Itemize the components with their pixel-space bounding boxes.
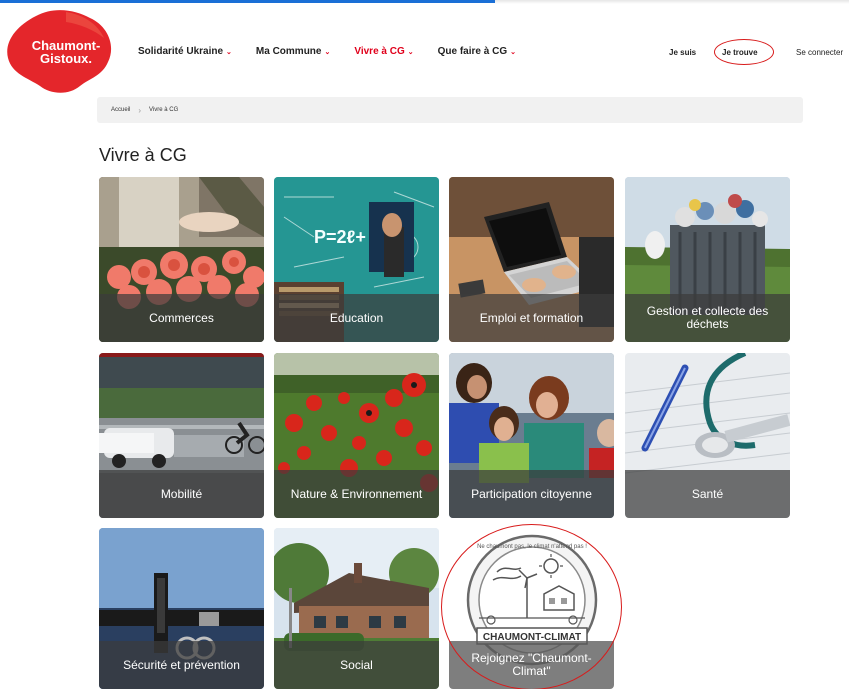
tile-label: Participation citoyenne <box>449 470 614 518</box>
nav-label: Que faire à CG <box>437 46 508 57</box>
tile-education[interactable]: P=2ℓ+ Education <box>274 177 439 342</box>
breadcrumb-current: Vivre à CG <box>149 107 179 113</box>
chevron-right-icon: › <box>138 105 142 115</box>
chevron-down-icon: ⌄ <box>407 48 414 56</box>
chevron-down-icon: ⌄ <box>510 48 516 56</box>
logo-text: Chaumont- Gistoux. <box>26 39 106 65</box>
nav-label: Ma Commune <box>255 46 322 57</box>
tile-sante[interactable]: Santé <box>625 353 790 518</box>
tile-label: Social <box>274 641 439 689</box>
nav-label: Solidarité Ukraine <box>138 46 224 57</box>
tile-nature-environnement[interactable]: Nature & Environnement <box>274 353 439 518</box>
tile-participation-citoyenne[interactable]: Participation citoyenne <box>449 353 614 518</box>
climate-arc-text: Ne chaumont pas, le climat n'attend pas … <box>477 544 587 550</box>
tile-label: Emploi et formation <box>449 294 614 342</box>
breadcrumb: Accueil › Vivre à CG <box>97 97 803 123</box>
loading-bar <box>0 0 495 3</box>
site-logo[interactable]: Chaumont- Gistoux. <box>6 8 114 94</box>
tile-label: Education <box>274 294 439 342</box>
svg-text:P=2ℓ+: P=2ℓ+ <box>314 227 366 247</box>
je-suis-link[interactable]: Je suis <box>669 48 696 57</box>
header-shadow <box>495 0 849 4</box>
tile-label: Rejoignez "Chaumont-Climat" <box>449 641 614 689</box>
chevron-down-icon: ⌄ <box>226 48 232 56</box>
tile-commerces[interactable]: Commerces <box>99 177 264 342</box>
annotation-circle-je-trouve <box>714 39 774 65</box>
nav-label: Vivre à CG <box>354 46 405 57</box>
tile-label: Gestion et collecte des déchets <box>625 294 790 342</box>
tile-chaumont-climat[interactable]: CHAUMONT-CLIMAT Ne chaumont pas, le clim… <box>449 528 614 689</box>
tile-label: Nature & Environnement <box>274 470 439 518</box>
tile-label: Santé <box>625 470 790 518</box>
main-nav: Solidarité Ukraine ⌄ Ma Commune ⌄ Vivre … <box>138 46 540 57</box>
tile-gestion-dechets[interactable]: Gestion et collecte des déchets <box>625 177 790 342</box>
se-connecter-link[interactable]: Se connecter <box>796 48 843 57</box>
tile-mobilite[interactable]: Mobilité <box>99 353 264 518</box>
nav-que-faire[interactable]: Que faire à CG ⌄ <box>438 46 516 57</box>
logo-line-2: Gistoux. <box>39 51 92 66</box>
tile-label: Commerces <box>99 294 264 342</box>
tile-label: Mobilité <box>99 470 264 518</box>
page-title: Vivre à CG <box>99 145 187 165</box>
tile-social[interactable]: Social <box>274 528 439 689</box>
nav-ma-commune[interactable]: Ma Commune ⌄ <box>256 46 330 57</box>
nav-vivre-a-cg[interactable]: Vivre à CG ⌄ <box>354 46 413 57</box>
breadcrumb-home[interactable]: Accueil <box>111 107 130 113</box>
tile-securite-prevention[interactable]: Sécurité et prévention <box>99 528 264 689</box>
tile-label: Sécurité et prévention <box>99 641 264 689</box>
nav-solidarite-ukraine[interactable]: Solidarité Ukraine ⌄ <box>138 46 232 57</box>
tile-emploi-formation[interactable]: Emploi et formation <box>449 177 614 342</box>
chevron-down-icon: ⌄ <box>324 48 331 56</box>
